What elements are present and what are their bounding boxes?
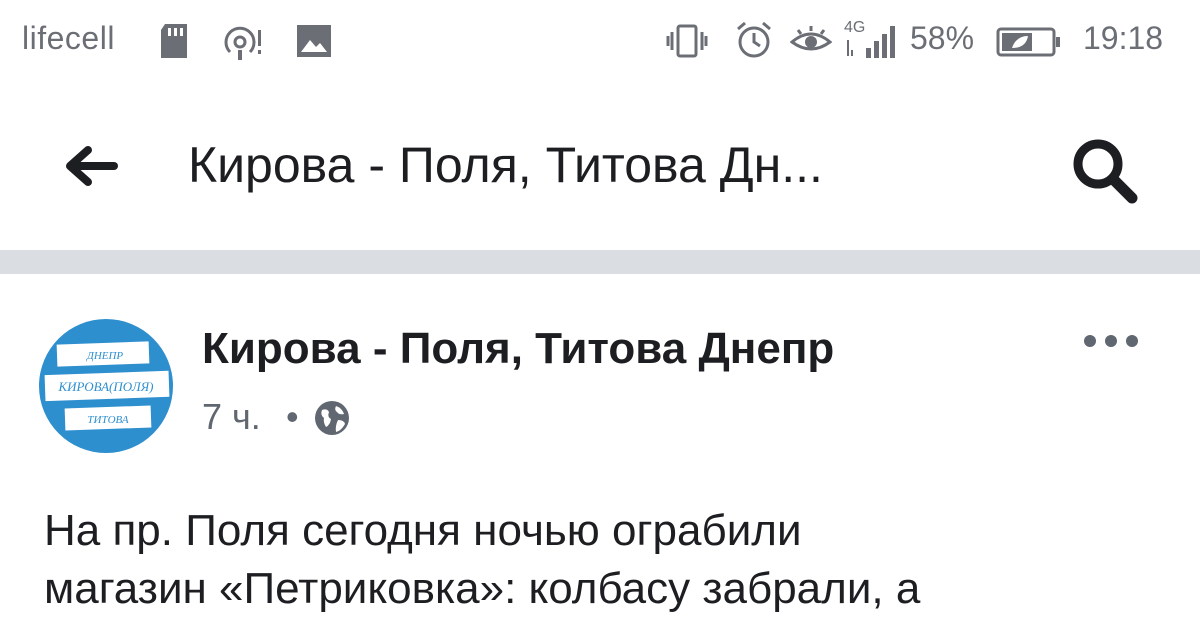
arrow-left-icon xyxy=(66,146,118,186)
search-icon xyxy=(1073,139,1138,204)
more-options-button[interactable] xyxy=(1080,326,1142,356)
status-bar: lifecell 4G 58% 19:18 xyxy=(0,0,1200,84)
network-type: 4G xyxy=(844,19,865,36)
avatar-line-1: ДНЕПР xyxy=(86,350,124,362)
carrier-name: lifecell xyxy=(22,20,115,56)
post-text: На пр. Поля сегодня ночью ограбили магаз… xyxy=(44,502,1174,618)
eye-comfort-icon xyxy=(789,24,833,64)
page-title: Кирова - Поля, Титова Дн... xyxy=(188,137,823,193)
globe-icon xyxy=(312,396,352,447)
image-icon xyxy=(296,24,332,66)
post-card: ДНЕПР КИРОВА(ПОЛЯ) ТИТОВА Кирова - Поля,… xyxy=(0,274,1200,628)
app-header: Кирова - Поля, Титова Дн... xyxy=(0,84,1200,250)
section-divider xyxy=(0,250,1200,274)
avatar-line-3: ТИТОВА xyxy=(87,414,128,426)
alarm-icon xyxy=(734,20,774,68)
battery-percent: 58% xyxy=(910,20,975,56)
battery-icon xyxy=(996,26,1062,66)
post-text-line: магазин «Петриковка»: колбасу забрали, а xyxy=(44,564,921,613)
vibrate-icon xyxy=(666,24,708,66)
more-dots-icon xyxy=(1084,335,1138,347)
post-time[interactable]: 7 ч. xyxy=(202,396,261,438)
post-text-line: На пр. Поля сегодня ночью ограбили xyxy=(44,506,802,555)
avatar[interactable]: ДНЕПР КИРОВА(ПОЛЯ) ТИТОВА xyxy=(39,319,173,453)
hotspot-icon xyxy=(222,22,268,70)
avatar-line-2: КИРОВА(ПОЛЯ) xyxy=(57,379,153,394)
back-button[interactable] xyxy=(58,142,122,190)
post-author-name[interactable]: Кирова - Поля, Титова Днепр xyxy=(202,324,834,374)
sd-card-icon xyxy=(157,22,191,68)
clock: 19:18 xyxy=(1083,20,1164,56)
meta-separator: • xyxy=(286,396,299,437)
search-button[interactable] xyxy=(1068,134,1142,206)
signal-icon: 4G xyxy=(842,16,904,68)
